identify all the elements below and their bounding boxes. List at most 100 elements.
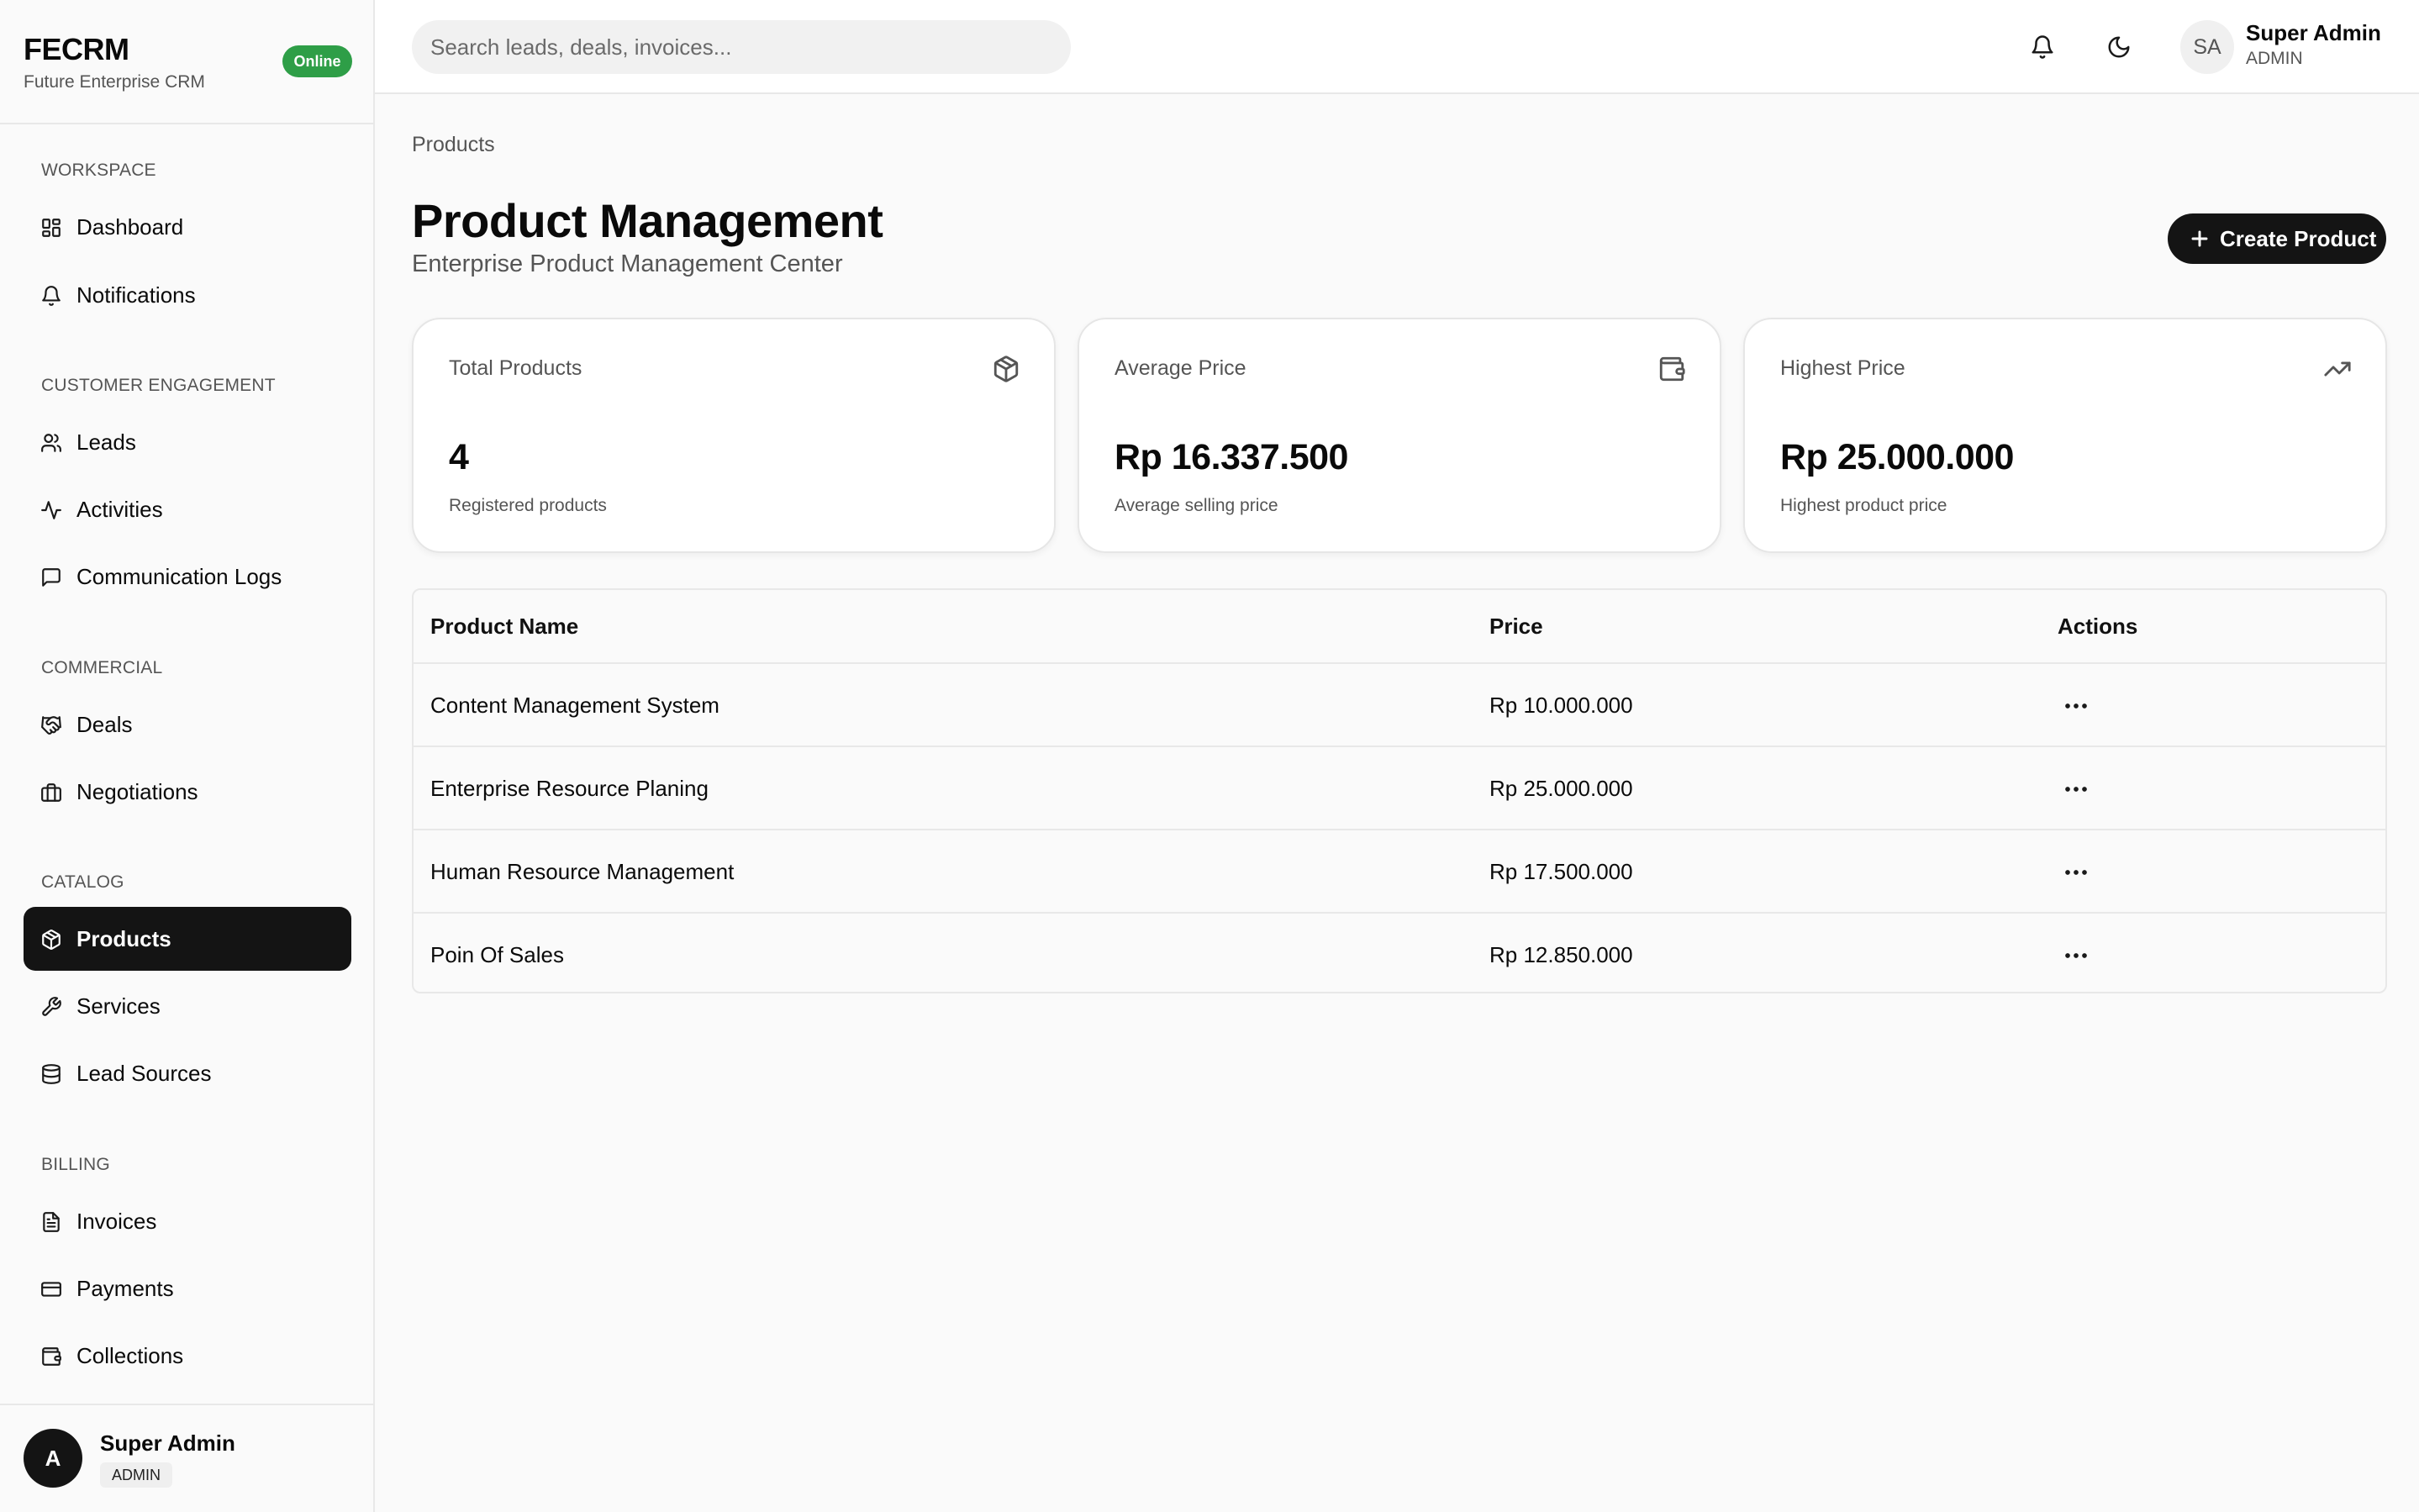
topbar-user-role: ADMIN [2246, 49, 2303, 68]
stat-label: Total Products [449, 356, 582, 380]
credit-card-icon [40, 1278, 62, 1300]
sidebar-item-label: Leads [76, 429, 136, 455]
stat-description: Highest product price [1780, 496, 1947, 515]
sidebar-item-notifications[interactable]: Notifications [24, 263, 351, 327]
brand-header: FECRM Future Enterprise CRM Online [0, 0, 373, 124]
sidebar-item-label: Services [76, 993, 161, 1019]
wrench-icon [40, 996, 62, 1018]
table-row: Enterprise Resource Planing Rp 25.000.00… [414, 745, 2385, 829]
stat-value: 4 [449, 437, 469, 477]
more-actions-icon[interactable] [2059, 939, 2093, 972]
stat-label: Average Price [1115, 356, 1246, 380]
user-avatar[interactable]: SA [2180, 20, 2234, 74]
wallet-icon [1657, 355, 1686, 383]
online-status-badge: Online [282, 45, 352, 77]
page-subtitle: Enterprise Product Management Center [412, 250, 843, 277]
sidebar-item-dashboard[interactable]: Dashboard [24, 195, 351, 259]
sidebar-item-payments[interactable]: Payments [24, 1256, 351, 1320]
column-header-price: Price [1489, 614, 1543, 639]
bell-icon [40, 285, 62, 307]
brand-subtitle: Future Enterprise CRM [24, 72, 205, 92]
product-name-cell: Content Management System [430, 693, 719, 718]
sidebar-item-label: Communication Logs [76, 564, 282, 589]
notifications-button[interactable] [2024, 29, 2061, 66]
sidebar-item-products[interactable]: Products [24, 907, 351, 971]
avatar: A [24, 1429, 82, 1488]
wallet-icon [40, 1346, 62, 1367]
file-text-icon [40, 1211, 62, 1233]
sidebar-item-label: Lead Sources [76, 1061, 212, 1086]
app-root: FECRM Future Enterprise CRM Online WORKS… [0, 0, 2419, 1512]
section-label-workspace: WORKSPACE [41, 161, 156, 180]
table-row: Content Management System Rp 10.000.000 [414, 662, 2385, 745]
sidebar-item-leads[interactable]: Leads [24, 410, 351, 474]
more-actions-icon[interactable] [2059, 689, 2093, 723]
stat-value: Rp 16.337.500 [1115, 437, 1348, 477]
sidebar-item-activities[interactable]: Activities [24, 477, 351, 541]
activity-icon [40, 499, 62, 521]
sidebar-item-label: Payments [76, 1276, 174, 1301]
sidebar-user-name: Super Admin [100, 1430, 235, 1456]
page-title: Product Management [412, 194, 883, 247]
trending-up-icon [2323, 355, 2352, 383]
topbar: SA Super Admin ADMIN [375, 0, 2419, 94]
section-label-catalog: CATALOG [41, 872, 124, 892]
sidebar-item-services[interactable]: Services [24, 974, 351, 1038]
product-name-cell: Human Resource Management [430, 859, 735, 884]
more-actions-icon[interactable] [2059, 856, 2093, 889]
package-icon [992, 355, 1020, 383]
table-header-row: Product Name Price Actions [414, 590, 2385, 662]
sidebar-user-role-badge: ADMIN [100, 1462, 172, 1488]
sidebar-item-label: Activities [76, 497, 163, 522]
sidebar-item-lead-sources[interactable]: Lead Sources [24, 1041, 351, 1105]
sidebar-item-label: Dashboard [76, 214, 184, 240]
dashboard-icon [40, 217, 62, 239]
sidebar-item-label: Notifications [76, 282, 196, 308]
column-header-product-name: Product Name [430, 614, 579, 639]
product-price-cell: Rp 12.850.000 [1489, 942, 1633, 967]
stat-value: Rp 25.000.000 [1780, 437, 2014, 477]
stat-card-highest-price: Highest Price Rp 25.000.000 Highest prod… [1743, 318, 2387, 553]
stat-description: Registered products [449, 496, 607, 515]
message-icon [40, 566, 62, 588]
more-actions-icon[interactable] [2059, 772, 2093, 806]
product-price-cell: Rp 17.500.000 [1489, 859, 1633, 884]
sidebar-item-negotiations[interactable]: Negotiations [24, 760, 351, 824]
stat-card-average-price: Average Price Rp 16.337.500 Average sell… [1078, 318, 1721, 553]
create-product-label: Create Product [2220, 226, 2377, 251]
brand-title: FECRM [24, 32, 129, 66]
section-label-customer-engagement: CUSTOMER ENGAGEMENT [41, 376, 276, 395]
table-row: Human Resource Management Rp 17.500.000 [414, 829, 2385, 912]
search-input[interactable] [412, 20, 1071, 74]
product-name-cell: Poin Of Sales [430, 942, 564, 967]
sidebar-item-label: Collections [76, 1343, 184, 1368]
stat-label: Highest Price [1780, 356, 1905, 380]
sidebar-item-communication-logs[interactable]: Communication Logs [24, 545, 351, 608]
database-icon [40, 1063, 62, 1085]
theme-toggle-button[interactable] [2100, 29, 2137, 66]
users-icon [40, 432, 62, 454]
sidebar-item-label: Products [76, 926, 171, 951]
product-price-cell: Rp 25.000.000 [1489, 776, 1633, 801]
create-product-button[interactable]: Create Product [2168, 213, 2386, 264]
stat-description: Average selling price [1115, 496, 1278, 515]
section-label-commercial: COMMERCIAL [41, 658, 163, 677]
sidebar-item-label: Deals [76, 712, 133, 737]
product-price-cell: Rp 10.000.000 [1489, 693, 1633, 718]
bell-icon [2024, 35, 2061, 69]
briefcase-icon [40, 782, 62, 803]
topbar-user-name[interactable]: Super Admin [2246, 20, 2381, 46]
stat-card-total-products: Total Products 4 Registered products [412, 318, 1056, 553]
sidebar-user-profile[interactable]: A Super Admin ADMIN [0, 1404, 373, 1512]
handshake-icon [40, 714, 62, 736]
breadcrumb[interactable]: Products [412, 133, 495, 157]
sidebar: FECRM Future Enterprise CRM Online WORKS… [0, 0, 375, 1512]
sidebar-item-deals[interactable]: Deals [24, 693, 351, 756]
sidebar-item-invoices[interactable]: Invoices [24, 1189, 351, 1253]
table-row: Poin Of Sales Rp 12.850.000 [414, 912, 2385, 995]
sidebar-item-collections[interactable]: Collections [24, 1324, 351, 1388]
sidebar-item-label: Negotiations [76, 779, 198, 804]
plus-icon [2186, 225, 2213, 252]
product-name-cell: Enterprise Resource Planing [430, 776, 709, 801]
sidebar-item-label: Invoices [76, 1209, 157, 1234]
